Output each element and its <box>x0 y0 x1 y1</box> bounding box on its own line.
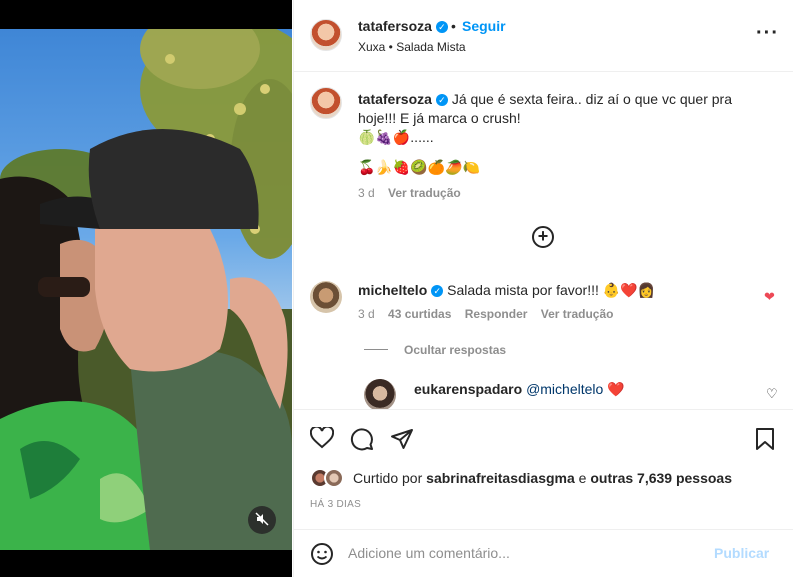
follow-button[interactable]: Seguir <box>462 18 506 34</box>
likers-avatars[interactable] <box>310 468 346 488</box>
avatar[interactable] <box>364 379 396 409</box>
comment-text: Salada mista por favor!!! 👶❤️👩 <box>447 282 656 298</box>
bookmark-icon[interactable] <box>755 427 775 454</box>
caption-age: 3 d <box>358 186 375 200</box>
share-icon[interactable] <box>390 427 414 454</box>
hide-replies-button[interactable]: Ocultar respostas <box>404 343 506 357</box>
separator-dot: • <box>451 18 456 34</box>
comment-composer: Publicar <box>294 529 793 577</box>
post-date[interactable]: HÁ 3 DIAS <box>310 499 361 510</box>
avatar[interactable] <box>310 281 342 313</box>
translate-link[interactable]: Ver tradução <box>541 307 614 321</box>
caption-username[interactable]: tatafersoza <box>358 91 432 107</box>
divider <box>364 349 388 350</box>
liked-by-text: Curtido por sabrinafreitasdiasgma e outr… <box>353 470 732 486</box>
reply-text: ❤️ <box>607 381 625 397</box>
avatar[interactable] <box>310 87 342 119</box>
more-options-icon[interactable]: ··· <box>756 22 779 45</box>
verified-badge-icon: ✓ <box>431 285 444 297</box>
comment-likes[interactable]: 43 curtidas <box>388 307 451 321</box>
comment-username[interactable]: micheltelo <box>358 282 427 298</box>
mention-link[interactable]: @micheltelo <box>526 381 603 397</box>
avatar <box>324 468 344 488</box>
post-panel: tatafersoza ✓ • Seguir Xuxa • Salada Mist… <box>293 0 793 577</box>
post-username[interactable]: tatafersoza ✓ <box>358 18 448 34</box>
comment-liked-heart-icon[interactable]: ❤ <box>764 289 775 305</box>
avatar[interactable] <box>310 19 342 51</box>
comment-age: 3 d <box>358 307 375 321</box>
reply-username[interactable]: eukarenspadaro <box>414 381 522 397</box>
liked-by-user[interactable]: sabrinafreitasdiasgma <box>426 470 575 486</box>
heart-outline-icon[interactable]: ♡ <box>766 386 778 402</box>
comment-meta: 3 d 43 curtidas Responder Ver tradução <box>358 307 613 321</box>
emoji-icon[interactable] <box>310 542 334 569</box>
post-media <box>0 0 292 577</box>
mute-button[interactable] <box>248 506 276 534</box>
caption: tatafersoza ✓ Já que é sexta feira.. diz … <box>358 90 738 147</box>
heart-icon[interactable] <box>309 425 335 452</box>
load-more-comments-icon[interactable]: + <box>532 226 554 248</box>
comment: micheltelo ✓ Salada mista por favor!!! 👶❤… <box>358 282 655 299</box>
caption-emoji-line: 🍈🍇🍎...... <box>358 129 434 145</box>
post-photo <box>0 29 292 550</box>
liked-by-others[interactable]: outras 7,639 pessoas <box>590 470 732 486</box>
verified-badge-icon: ✓ <box>435 94 448 106</box>
post-actions: Curtido por sabrinafreitasdiasgma e outr… <box>294 409 793 529</box>
comment-icon[interactable] <box>350 427 374 454</box>
speaker-muted-icon <box>255 511 269 529</box>
comments-section[interactable]: tatafersoza ✓ Já que é sexta feira.. diz … <box>294 73 793 409</box>
translate-link[interactable]: Ver tradução <box>388 186 461 200</box>
publish-button[interactable]: Publicar <box>714 545 769 561</box>
caption-meta: 3 d Ver tradução <box>358 186 461 200</box>
verified-badge-icon: ✓ <box>435 21 448 33</box>
reply-comment: eukarenspadaro @micheltelo ❤️ <box>414 381 625 398</box>
post-location[interactable]: Xuxa • Salada Mista <box>358 40 466 54</box>
post-header: tatafersoza ✓ • Seguir Xuxa • Salada Mist… <box>294 0 793 72</box>
comment-input[interactable] <box>348 540 708 566</box>
caption-emoji-row: 🍒🍌🍓🥝🍊🥭🍋 <box>358 159 481 175</box>
reply-button[interactable]: Responder <box>465 307 528 321</box>
